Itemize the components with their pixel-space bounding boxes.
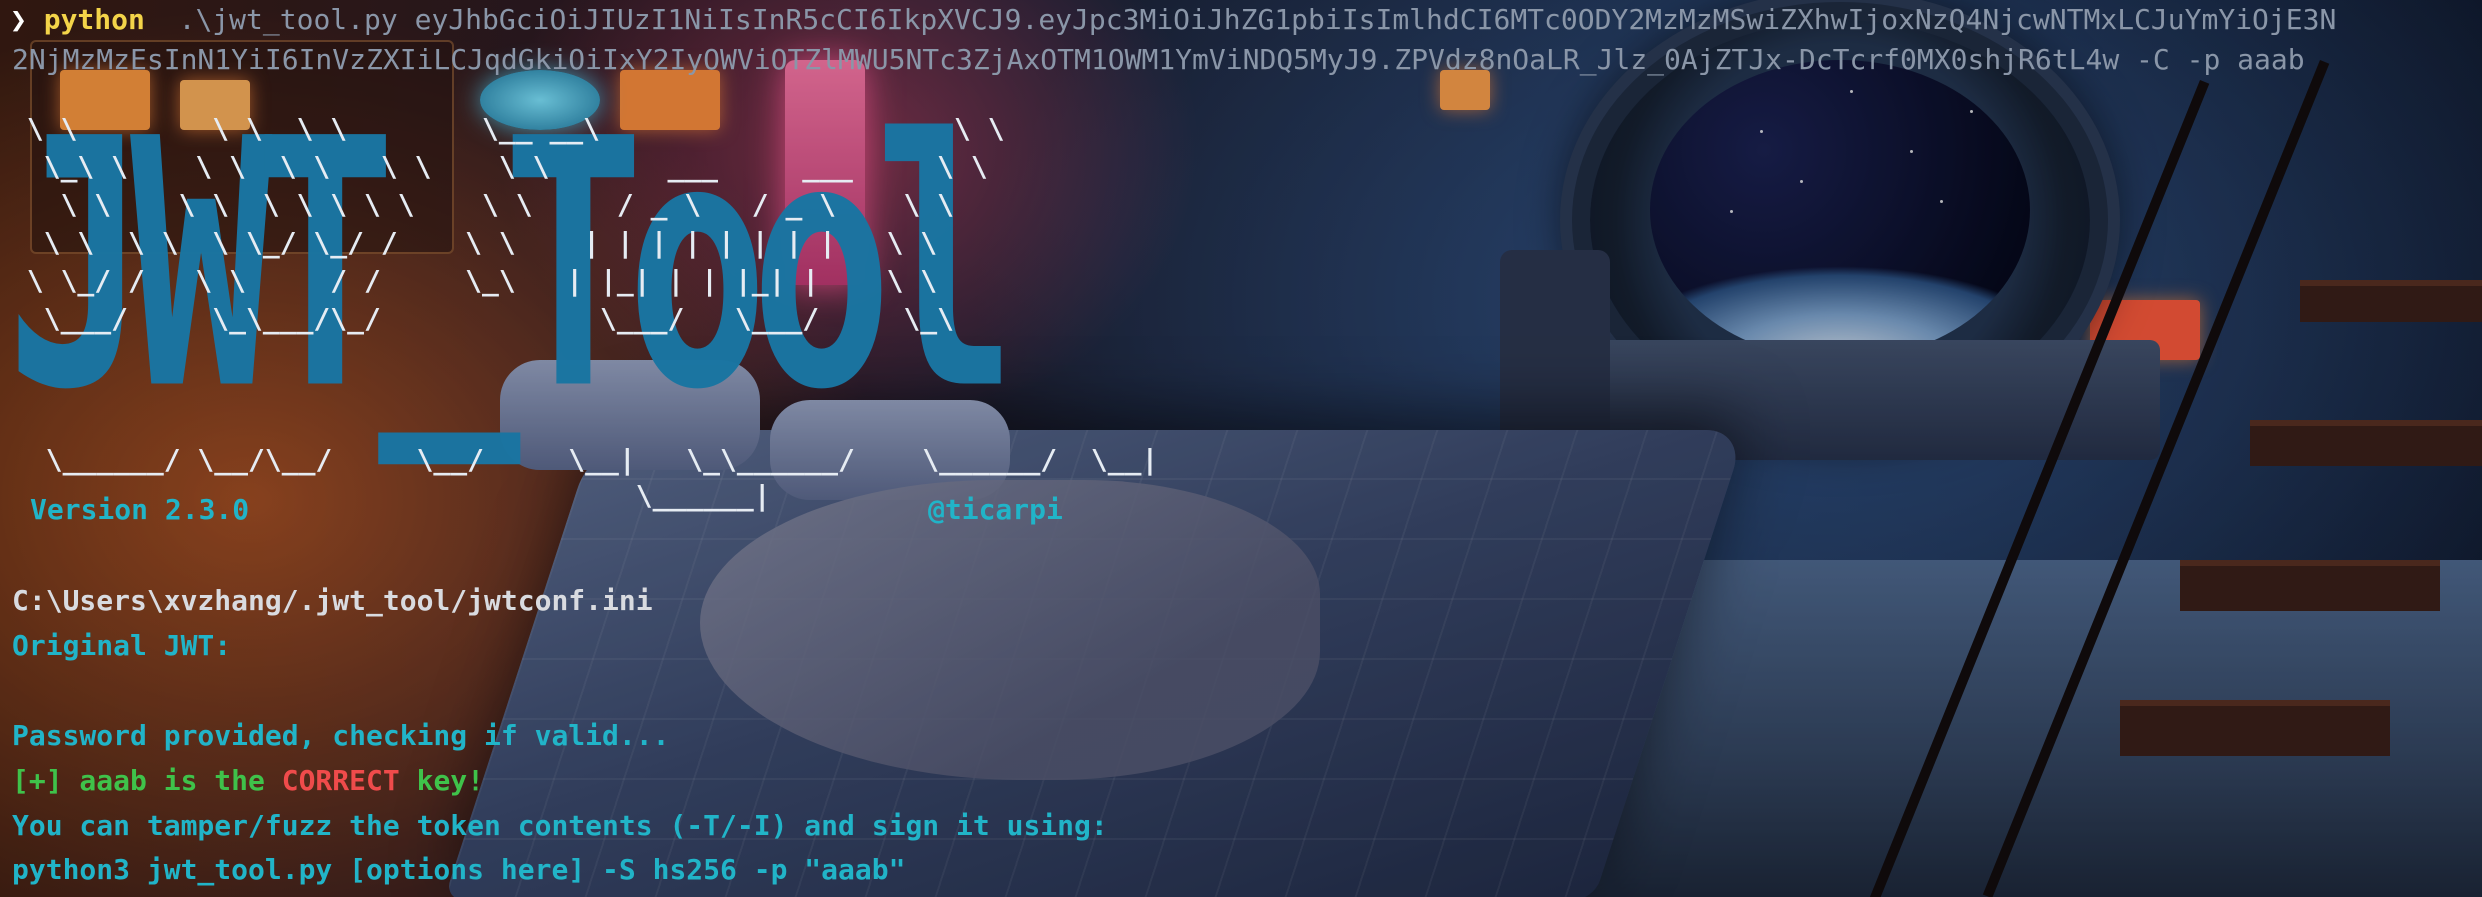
config-path: C:\Users\xvzhang/.jwt_tool/jwtconf.ini <box>12 584 653 617</box>
ascii-art-line: \_\ \ \ \ \ \ \ \ \ \ ___ ___ \ \ <box>10 150 988 183</box>
ascii-art-line: \ \_/ / \ \ / / \_\ | |_| | | |_| | \ \ <box>10 264 938 297</box>
tamper-hint-message: You can tamper/fuzz the token contents (… <box>12 809 1108 842</box>
prompt-chevron-icon: ❯ <box>10 3 27 36</box>
version-label: Version 2.3.0 <box>30 493 250 526</box>
correct-key-text: [+] aaab is the CORRECT key! <box>12 764 485 797</box>
correct-word-highlight: CORRECT <box>281 764 400 797</box>
command-line: ❯ python .\jwt_tool.py eyJhbGciOiJIUzI1N… <box>10 2 2336 38</box>
ascii-bottom-line: \______/ \__/\__/ \__/ \__| \_\______/ \… <box>12 443 1159 476</box>
sign-command-example: python3 jwt_tool.py [options here] -S hs… <box>12 853 906 886</box>
ascii-art-line: \ \ \ \ \ \ \ \ \ \ \ / _ \ / _ \ \ \ <box>10 188 955 221</box>
command-program: python <box>43 3 145 36</box>
original-jwt-label: Original JWT: <box>12 629 232 662</box>
ascii-art-line: \ \ \ \ \ \ \__ __\ \ \ <box>10 112 1005 145</box>
password-check-message: Password provided, checking if valid... <box>12 719 670 752</box>
ascii-art-line: \ \ \ \ \ \_/ \_/ / \ \ | | | | | | | | … <box>10 226 938 259</box>
correct-key-message: [+] aaab is the CORRECT key! <box>12 763 484 799</box>
author-handle: @ticarpi <box>928 493 1063 526</box>
banner-ascii-art: \ \ \ \ \ \ \__ __\ \ \ \_\ \ \ \ \ \ \ … <box>10 110 1005 338</box>
command-arguments: .\jwt_tool.py eyJhbGciOiJIUzI1NiIsInR5cC… <box>144 3 2337 36</box>
terminal-window[interactable]: ❯ python .\jwt_tool.py eyJhbGciOiJIUzI1N… <box>0 0 2482 897</box>
ascii-art-line: \___/ \_\___/\_/ \___/ \___/ \_\ <box>10 302 955 335</box>
